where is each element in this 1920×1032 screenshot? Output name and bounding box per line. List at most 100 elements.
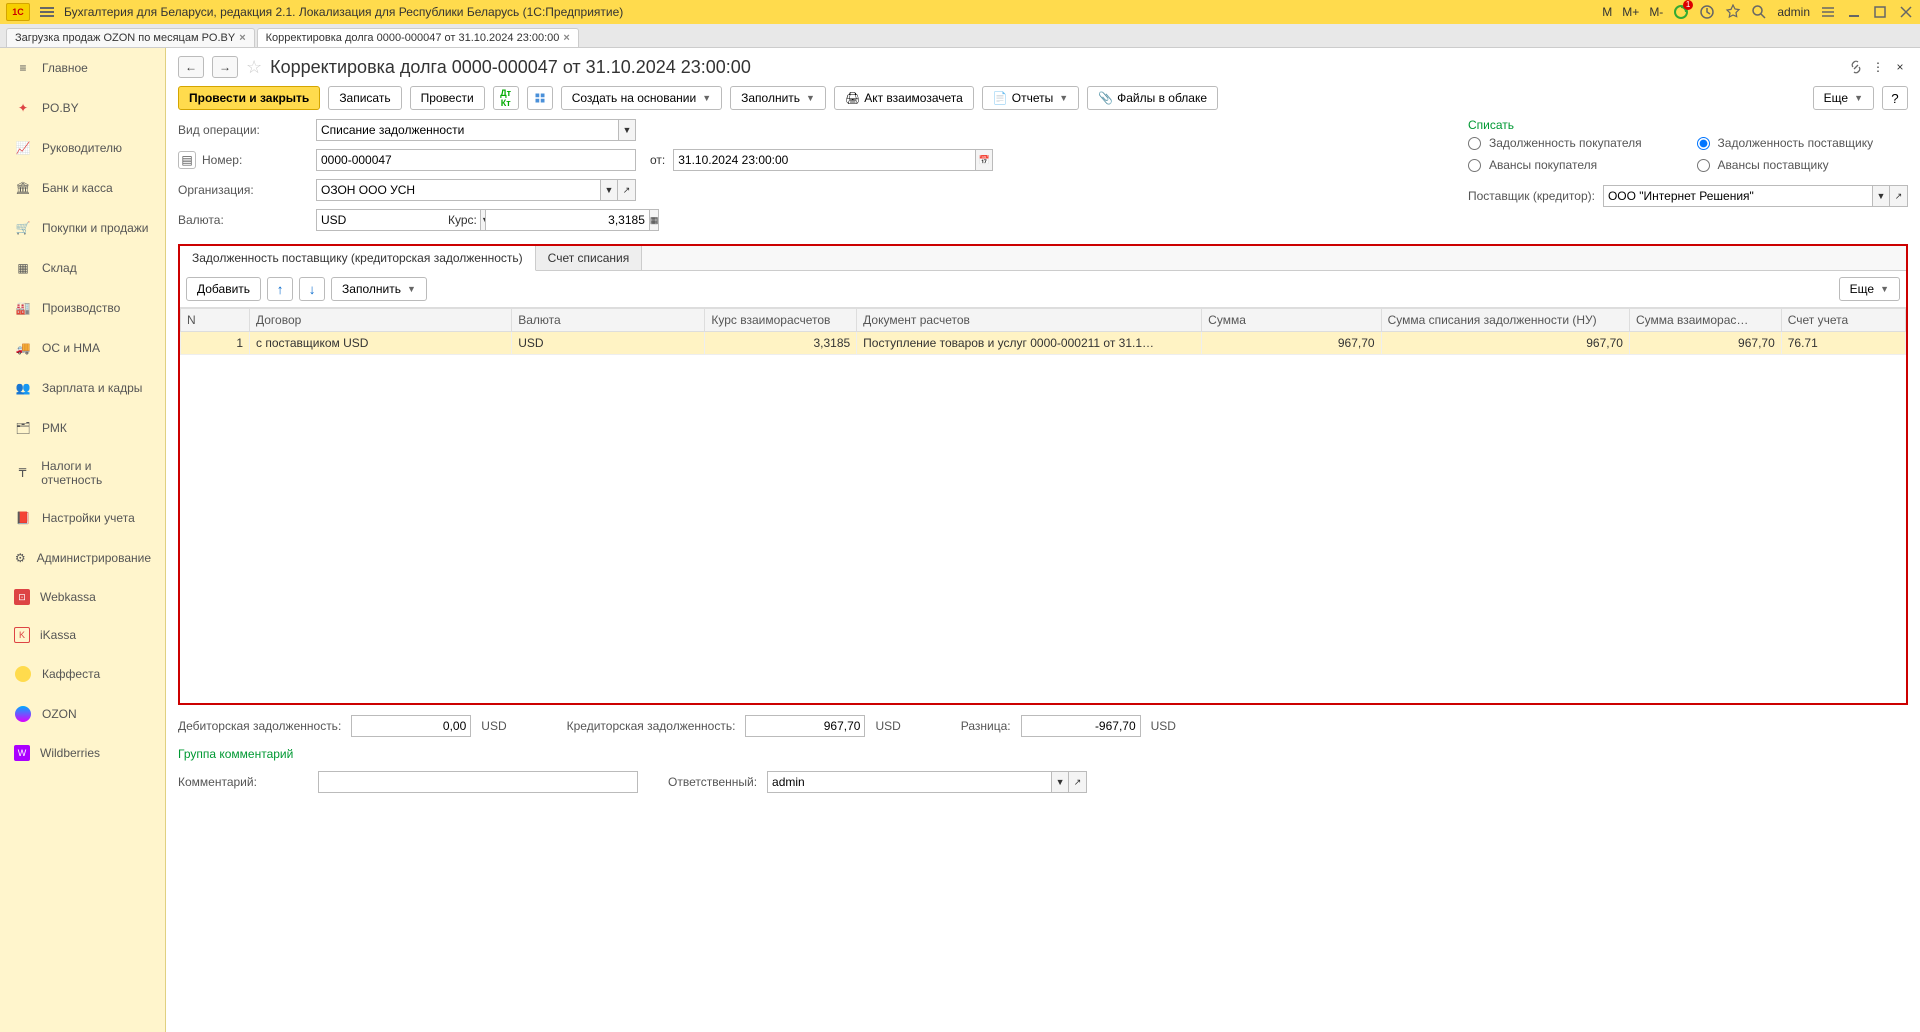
- minimize-icon[interactable]: [1846, 4, 1862, 20]
- move-up-button[interactable]: ↑: [267, 277, 293, 301]
- comment-input[interactable]: [318, 771, 638, 793]
- sidebar-item-kaffesta[interactable]: Каффеста: [0, 654, 165, 694]
- structure-icon[interactable]: [527, 86, 553, 110]
- th-account[interactable]: Счет учета: [1781, 309, 1905, 332]
- mem-m[interactable]: M: [1602, 5, 1612, 19]
- supplier-label: Поставщик (кредитор):: [1468, 189, 1595, 203]
- table-more-button[interactable]: Еще▼: [1839, 277, 1900, 301]
- th-currency[interactable]: Валюта: [512, 309, 705, 332]
- group-comments-link[interactable]: Группа комментарий: [178, 747, 293, 761]
- notification-icon[interactable]: 1: [1673, 4, 1689, 20]
- tab-0-close[interactable]: ×: [239, 32, 245, 44]
- radio-supplier-advance[interactable]: Авансы поставщику: [1697, 158, 1908, 172]
- maximize-icon[interactable]: [1872, 4, 1888, 20]
- fill-table-button[interactable]: Заполнить▼: [331, 277, 427, 301]
- mem-mplus[interactable]: M+: [1622, 5, 1639, 19]
- th-rate[interactable]: Курс взаиморасчетов: [705, 309, 857, 332]
- debit-credit-icon[interactable]: ДтКт: [493, 86, 519, 110]
- radio-buyer-advance[interactable]: Авансы покупателя: [1468, 158, 1677, 172]
- user-label[interactable]: admin: [1777, 5, 1810, 19]
- sidebar-item-tax[interactable]: ₸Налоги и отчетность: [0, 448, 165, 498]
- th-sum-nu[interactable]: Сумма списания задолженности (НУ): [1381, 309, 1629, 332]
- dtab-account[interactable]: Счет списания: [536, 246, 643, 270]
- th-contract[interactable]: Договор: [250, 309, 512, 332]
- reports-button[interactable]: 📄Отчеты▼: [982, 86, 1079, 110]
- cred-input[interactable]: [745, 715, 865, 737]
- sidebar-item-production[interactable]: 🏭Производство: [0, 288, 165, 328]
- sidebar-item-ozon[interactable]: OZON: [0, 694, 165, 734]
- star-icon[interactable]: [1725, 4, 1741, 20]
- nav-forward-button[interactable]: →: [212, 56, 238, 78]
- th-doc[interactable]: Документ расчетов: [857, 309, 1202, 332]
- sidebar-item-sales[interactable]: 🛒Покупки и продажи: [0, 208, 165, 248]
- tab-1[interactable]: Корректировка долга 0000-000047 от 31.10…: [257, 28, 579, 47]
- add-row-button[interactable]: Добавить: [186, 277, 261, 301]
- help-button[interactable]: ?: [1882, 86, 1908, 110]
- post-close-button[interactable]: Провести и закрыть: [178, 86, 320, 110]
- rate-calc-icon[interactable]: ▦: [649, 209, 660, 231]
- org-dropdown-icon[interactable]: ▼: [600, 179, 618, 201]
- diff-input[interactable]: [1021, 715, 1141, 737]
- sidebar-item-manager[interactable]: 📈Руководителю: [0, 128, 165, 168]
- op-input[interactable]: [316, 119, 618, 141]
- files-button[interactable]: 📎Файлы в облаке: [1087, 86, 1218, 110]
- save-button[interactable]: Записать: [328, 86, 401, 110]
- radio-supplier-debt[interactable]: Задолженность поставщику: [1697, 136, 1908, 150]
- cell-sum-mr: 967,70: [1629, 332, 1781, 355]
- sidebar-item-admin[interactable]: ⚙Администрирование: [0, 538, 165, 578]
- sidebar-item-webkassa[interactable]: ⊡Webkassa: [0, 578, 165, 616]
- link-icon[interactable]: [1848, 59, 1864, 75]
- menu-icon[interactable]: [40, 7, 54, 17]
- deb-input[interactable]: [351, 715, 471, 737]
- dtab-debt[interactable]: Задолженность поставщику (кредиторская з…: [180, 246, 536, 271]
- th-sum-mr[interactable]: Сумма взаиморас…: [1629, 309, 1781, 332]
- sidebar-item-bank[interactable]: 🏛Банк и касса: [0, 168, 165, 208]
- resp-input[interactable]: [767, 771, 1051, 793]
- tab-1-close[interactable]: ×: [563, 32, 569, 44]
- search-icon[interactable]: [1751, 4, 1767, 20]
- sidebar-item-ikassa[interactable]: KiKassa: [0, 616, 165, 654]
- sidebar-item-hr[interactable]: 👥Зарплата и кадры: [0, 368, 165, 408]
- nav-back-button[interactable]: ←: [178, 56, 204, 78]
- mem-mminus[interactable]: M-: [1649, 5, 1663, 19]
- org-input[interactable]: [316, 179, 600, 201]
- sidebar-item-main[interactable]: ≡Главное: [0, 48, 165, 88]
- th-sum[interactable]: Сумма: [1202, 309, 1381, 332]
- history-icon[interactable]: [1699, 4, 1715, 20]
- barcode-icon[interactable]: ▤: [178, 151, 196, 169]
- radio-buyer-debt[interactable]: Задолженность покупателя: [1468, 136, 1677, 150]
- sidebar-item-rmk[interactable]: 🗂РМК: [0, 408, 165, 448]
- table-row[interactable]: 1 с поставщиком USD USD 3,3185 Поступлен…: [181, 332, 1906, 355]
- num-input[interactable]: [316, 149, 636, 171]
- close-page-icon[interactable]: ×: [1892, 59, 1908, 75]
- move-down-button[interactable]: ↓: [299, 277, 325, 301]
- supplier-input[interactable]: [1603, 185, 1872, 207]
- post-button[interactable]: Провести: [410, 86, 485, 110]
- supplier-dropdown-icon[interactable]: ▼: [1872, 185, 1890, 207]
- fill-button[interactable]: Заполнить▼: [730, 86, 826, 110]
- close-icon[interactable]: [1898, 4, 1914, 20]
- sidebar-item-wildberries[interactable]: WWildberries: [0, 734, 165, 772]
- sidebar-item-settings[interactable]: 📕Настройки учета: [0, 498, 165, 538]
- op-dropdown-icon[interactable]: ▼: [618, 119, 636, 141]
- resp-dropdown-icon[interactable]: ▼: [1051, 771, 1069, 793]
- sidebar-item-assets[interactable]: 🚚ОС и НМА: [0, 328, 165, 368]
- resp-open-icon[interactable]: ↗: [1069, 771, 1087, 793]
- calendar-icon[interactable]: 📅: [975, 149, 993, 171]
- favorite-icon[interactable]: ☆: [246, 57, 262, 78]
- more-button[interactable]: Еще▼: [1813, 86, 1874, 110]
- sidebar-item-warehouse[interactable]: ▦Склад: [0, 248, 165, 288]
- settings-icon[interactable]: [1820, 4, 1836, 20]
- sidebar-item-label: Главное: [42, 61, 88, 75]
- date-input[interactable]: [673, 149, 975, 171]
- supplier-open-icon[interactable]: ↗: [1890, 185, 1908, 207]
- rate-input[interactable]: [485, 209, 649, 231]
- sidebar-item-poby[interactable]: ✦PO.BY: [0, 88, 165, 128]
- th-n[interactable]: N: [181, 309, 250, 332]
- create-based-button[interactable]: Создать на основании▼: [561, 86, 722, 110]
- org-open-icon[interactable]: ↗: [618, 179, 636, 201]
- act-button[interactable]: 🖨Акт взаимозачета: [834, 86, 974, 110]
- tab-0[interactable]: Загрузка продаж OZON по месяцам PO.BY ×: [6, 28, 255, 47]
- sidebar-item-label: Каффеста: [42, 667, 100, 681]
- more-icon[interactable]: ⋮: [1870, 59, 1886, 75]
